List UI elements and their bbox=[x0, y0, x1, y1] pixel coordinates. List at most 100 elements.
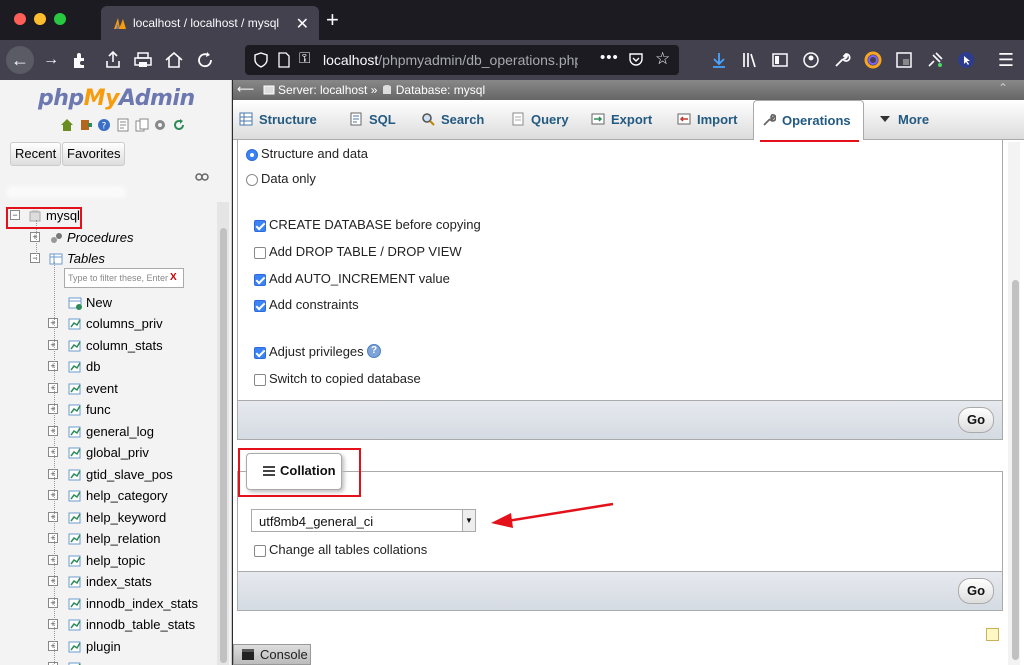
home-icon[interactable] bbox=[60, 118, 74, 132]
table-row[interactable]: + innodb_table_stats bbox=[0, 615, 216, 635]
table-row[interactable]: +proc bbox=[0, 658, 216, 665]
create-database-label[interactable]: CREATE DATABASE before copying bbox=[269, 217, 481, 232]
tree-item-label[interactable]: columns_priv bbox=[86, 316, 163, 331]
account-icon[interactable] bbox=[801, 50, 821, 70]
tree-item-new[interactable]: New bbox=[0, 293, 216, 313]
expand-icon[interactable]: + bbox=[48, 576, 58, 586]
expand-icon[interactable]: + bbox=[48, 404, 58, 414]
link-with-main-panel-icon[interactable] bbox=[195, 172, 209, 182]
collation-select[interactable]: utf8mb4_general_ci ▼ bbox=[251, 509, 476, 532]
tab-export[interactable]: Export bbox=[591, 100, 652, 140]
expand-icon[interactable]: + bbox=[48, 619, 58, 629]
table-row[interactable]: + gtid_slave_pos bbox=[0, 465, 216, 485]
tab-import[interactable]: Import bbox=[677, 100, 737, 140]
add-drop-table-checkbox[interactable] bbox=[254, 247, 266, 259]
tree-item-label[interactable]: innodb_table_stats bbox=[86, 617, 195, 632]
page-icon[interactable] bbox=[277, 52, 291, 68]
tree-item-label[interactable]: gtid_slave_pos bbox=[86, 467, 173, 482]
table-row[interactable]: + help_category bbox=[0, 486, 216, 506]
expand-icon[interactable]: + bbox=[48, 511, 58, 522]
sidebar-scrollbar-thumb[interactable] bbox=[220, 228, 227, 663]
table-row[interactable]: + db bbox=[0, 357, 216, 377]
browser-tab[interactable]: localhost / localhost / mysql | ph ✕ bbox=[101, 6, 319, 40]
logout-icon[interactable] bbox=[79, 118, 93, 132]
tree-item-label[interactable]: column_stats bbox=[86, 338, 163, 353]
tab-search[interactable]: Search bbox=[421, 100, 484, 140]
tree-item-procedures[interactable]: + Procedures bbox=[0, 228, 216, 248]
documentation-icon[interactable] bbox=[116, 118, 130, 132]
forward-button[interactable]: → bbox=[39, 48, 63, 72]
switch-to-copied-database-label[interactable]: Switch to copied database bbox=[269, 371, 421, 386]
downloads-icon[interactable] bbox=[709, 50, 729, 70]
breadcrumb-server[interactable]: Server: localhost bbox=[278, 83, 367, 97]
expand-icon[interactable]: + bbox=[48, 468, 58, 479]
table-row[interactable]: + help_topic bbox=[0, 551, 216, 571]
table-row[interactable]: + general_log bbox=[0, 422, 216, 442]
data-only-label[interactable]: Data only bbox=[261, 171, 316, 186]
expand-icon[interactable]: + bbox=[48, 382, 58, 393]
tree-item-label[interactable]: help_relation bbox=[86, 531, 160, 546]
clear-filter-icon[interactable]: X bbox=[170, 272, 177, 283]
tree-item-label[interactable]: help_category bbox=[86, 488, 168, 503]
hamburger-menu-icon[interactable]: ☰ bbox=[994, 48, 1018, 72]
breadcrumb-database[interactable]: Database: mysql bbox=[396, 83, 485, 97]
change-all-tables-collations-checkbox[interactable] bbox=[254, 545, 266, 557]
collation-go-button[interactable]: Go bbox=[958, 578, 994, 604]
recent-tables-button[interactable]: Recent bbox=[10, 142, 62, 166]
extensions-icon[interactable] bbox=[70, 50, 90, 70]
tree-item-label[interactable]: db bbox=[86, 359, 100, 374]
back-button[interactable]: ← bbox=[6, 46, 34, 74]
table-row[interactable]: + column_stats bbox=[0, 336, 216, 356]
change-all-tables-collations-label[interactable]: Change all tables collations bbox=[269, 542, 427, 557]
url-bar[interactable]: ⚿ localhost/phpmyadmin/db_operations.php… bbox=[245, 45, 679, 75]
table-row[interactable]: + event bbox=[0, 379, 216, 399]
help-icon[interactable]: ? bbox=[367, 344, 381, 358]
tree-item-label[interactable]: global_priv bbox=[86, 445, 149, 460]
adjust-privileges-label[interactable]: Adjust privileges bbox=[269, 344, 364, 359]
extension-square-icon[interactable] bbox=[894, 50, 914, 70]
minimize-window-button[interactable] bbox=[34, 13, 46, 25]
phpmyadmin-logo[interactable]: phpMyAdmin bbox=[38, 86, 195, 111]
shield-icon[interactable] bbox=[253, 52, 269, 68]
help-icon[interactable]: ? bbox=[97, 118, 111, 132]
structure-and-data-radio[interactable] bbox=[246, 149, 258, 161]
table-row[interactable]: + help_relation bbox=[0, 529, 216, 549]
tab-operations[interactable]: Operations bbox=[753, 100, 864, 140]
data-only-radio[interactable] bbox=[246, 174, 258, 186]
switch-to-copied-database-checkbox[interactable] bbox=[254, 374, 266, 386]
table-row[interactable]: + help_keyword bbox=[0, 508, 216, 528]
tab-close-icon[interactable]: ✕ bbox=[296, 14, 309, 34]
expand-icon[interactable]: + bbox=[48, 339, 58, 350]
expand-icon[interactable]: + bbox=[48, 533, 58, 543]
url-text[interactable]: localhost/phpmyadmin/db_operations.php?c bbox=[323, 52, 578, 68]
tree-item-label[interactable]: innodb_index_stats bbox=[86, 596, 198, 611]
table-row[interactable]: + innodb_index_stats bbox=[0, 594, 216, 614]
cursor-extension-icon[interactable] bbox=[956, 50, 976, 70]
pocket-icon[interactable] bbox=[628, 51, 644, 67]
zoom-window-button[interactable] bbox=[54, 13, 66, 25]
scroll-to-top-icon[interactable]: ⌃ bbox=[998, 81, 1008, 95]
collapse-icon[interactable]: − bbox=[30, 253, 40, 263]
copy-icon[interactable] bbox=[135, 118, 149, 132]
adjust-privileges-checkbox[interactable] bbox=[254, 347, 266, 359]
add-drop-table-label[interactable]: Add DROP TABLE / DROP VIEW bbox=[269, 244, 462, 259]
key-icon[interactable]: ⚿ bbox=[299, 50, 310, 67]
tree-item-label[interactable]: Procedures bbox=[67, 230, 133, 245]
add-constraints-label[interactable]: Add constraints bbox=[269, 297, 359, 312]
expand-icon[interactable]: + bbox=[48, 361, 58, 371]
sidebar-toggle-icon[interactable] bbox=[770, 50, 790, 70]
expand-icon[interactable]: + bbox=[48, 597, 58, 608]
print-icon[interactable] bbox=[133, 50, 153, 70]
tab-query[interactable]: Query bbox=[511, 100, 569, 140]
tab-sql[interactable]: SQL bbox=[349, 100, 396, 140]
tree-item-label[interactable]: New bbox=[86, 295, 112, 310]
reload-navigation-icon[interactable] bbox=[172, 118, 186, 132]
home-icon[interactable] bbox=[164, 50, 184, 70]
expand-icon[interactable]: + bbox=[48, 425, 58, 436]
table-row[interactable]: + func bbox=[0, 400, 216, 420]
favorite-tables-button[interactable]: Favorites bbox=[62, 142, 126, 166]
color-picker-icon[interactable] bbox=[863, 50, 883, 70]
tree-item-label[interactable]: help_keyword bbox=[86, 510, 166, 525]
new-tab-button[interactable]: + bbox=[326, 9, 339, 31]
pin-icon[interactable] bbox=[925, 50, 945, 70]
